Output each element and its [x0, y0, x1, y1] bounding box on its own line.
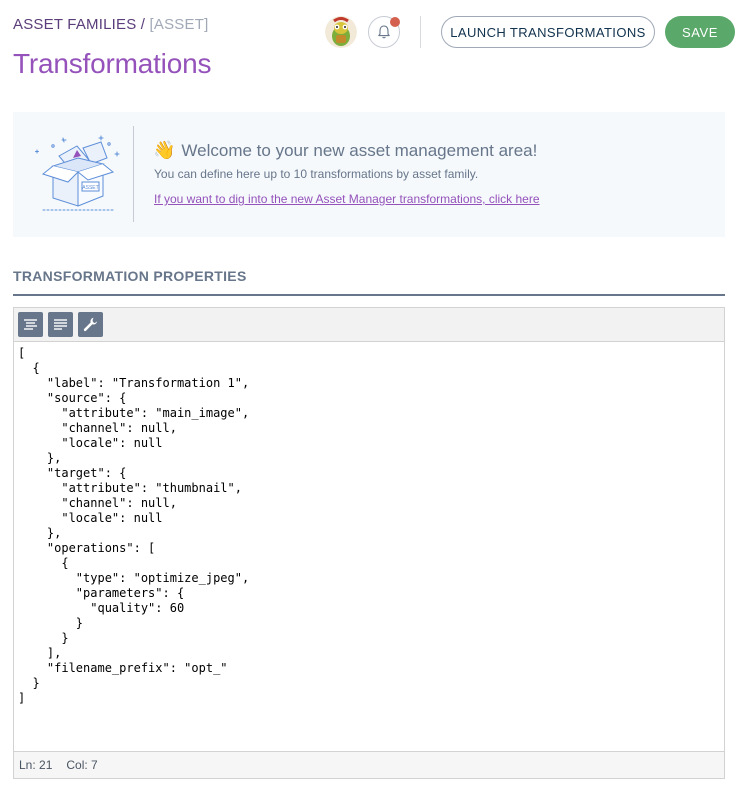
launch-transformations-button[interactable]: LAUNCH TRANSFORMATIONS [441, 16, 655, 48]
compact-button[interactable] [48, 312, 73, 337]
code-editor: [ { "label": "Transformation 1", "source… [13, 307, 725, 779]
notifications-button[interactable] [368, 16, 400, 48]
editor-toolbar [14, 308, 724, 342]
compact-icon [54, 319, 67, 330]
helper-banner: ASSET 👋 Welcome to your new asset manage… [13, 112, 725, 237]
save-button[interactable]: SAVE [665, 16, 735, 48]
bell-icon [378, 25, 390, 39]
breadcrumb: ASSET FAMILIES / [ASSET] [13, 16, 208, 33]
code-content: [ { "label": "Transformation 1", "source… [18, 346, 250, 705]
notification-badge [390, 17, 400, 27]
helper-title-text: Welcome to your new asset management are… [181, 140, 538, 160]
helper-link[interactable]: If you want to dig into the new Asset Ma… [154, 192, 540, 206]
header-divider [420, 16, 421, 48]
section-title: TRANSFORMATION PROPERTIES [13, 268, 247, 284]
helper-description: You can define here up to 10 transformat… [154, 167, 479, 181]
wave-icon: 👋 [153, 140, 176, 160]
editor-statusbar: Ln: 21 Col: 7 [14, 751, 724, 778]
breadcrumb-asset-families[interactable]: ASSET FAMILIES [13, 16, 136, 33]
helper-title: 👋 Welcome to your new asset management a… [153, 140, 537, 161]
repair-button[interactable] [78, 312, 103, 337]
illustration-label: ASSET [82, 185, 98, 191]
status-line: Ln: 21 [19, 758, 53, 772]
format-button[interactable] [18, 312, 43, 337]
breadcrumb-current: [ASSET] [149, 16, 209, 33]
helper-separator [133, 126, 134, 222]
format-icon [24, 319, 37, 330]
breadcrumb-separator: / [140, 16, 146, 33]
section-rule [13, 294, 725, 296]
code-text-area[interactable]: [ { "label": "Transformation 1", "source… [14, 342, 724, 751]
asset-box-illustration: ASSET [33, 132, 123, 216]
avatar[interactable] [325, 16, 357, 48]
page-title: Transformations [13, 48, 212, 79]
status-column: Col: 7 [66, 758, 98, 772]
repair-icon [83, 317, 98, 332]
